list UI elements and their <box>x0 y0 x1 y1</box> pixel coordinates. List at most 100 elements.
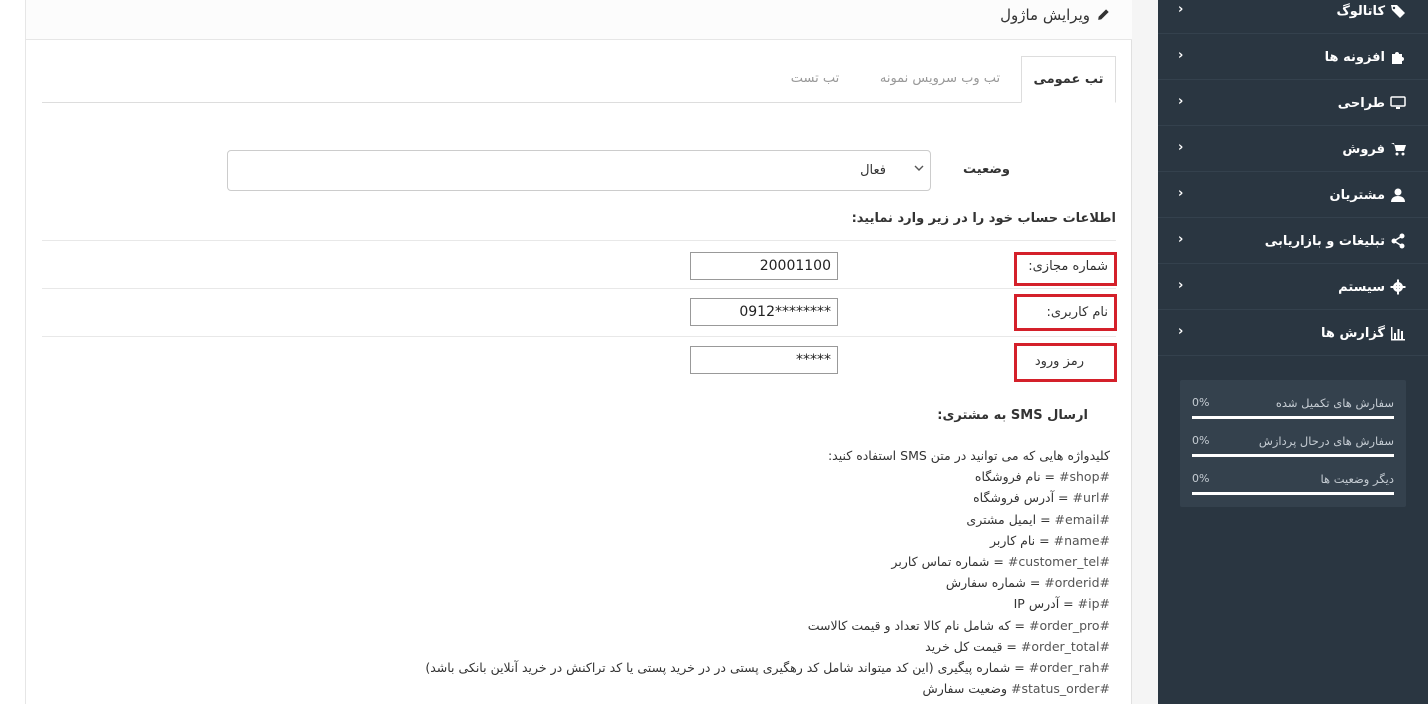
keyword-key: #ip# <box>1077 596 1110 612</box>
keyword-item: #email# = ایمیل مشتری <box>350 509 1110 530</box>
keyword-key: #order_total# <box>1020 638 1110 654</box>
keyword-desc: وضعیت سفارش <box>922 681 1008 697</box>
stat-other: دیگر وضعیت ها 0% <box>1192 466 1394 504</box>
sidebar-item-system[interactable]: سیستم ‹ <box>1158 264 1428 310</box>
stat-value: 0% <box>1192 472 1210 485</box>
virtual-number-input[interactable]: 20001100 <box>690 252 838 280</box>
chevron-left-icon: ‹ <box>1178 48 1184 63</box>
username-input[interactable]: 0912******** <box>690 298 838 326</box>
content-gutter <box>1132 0 1158 704</box>
keyword-item: #shop# = نام فروشگاه <box>350 466 1110 487</box>
keyword-desc: = آدرس IP <box>1013 596 1074 612</box>
tab-general[interactable]: تب عمومی <box>1021 56 1116 103</box>
sidebar-item-label: افزونه ها <box>1324 49 1385 65</box>
pencil-icon <box>1098 9 1109 20</box>
sidebar-item-label: مشتریان <box>1329 187 1385 203</box>
sms-keywords-list: کلیدواژه هایی که می توانید در متن SMS اس… <box>350 445 1110 699</box>
tags-icon <box>1391 5 1405 18</box>
sidebar-item-reports[interactable]: گزارش ها ‹ <box>1158 310 1428 356</box>
keyword-desc: = شماره سفارش <box>945 575 1041 591</box>
sms-heading-post: به مشتری: <box>937 408 1007 423</box>
chevron-left-icon: ‹ <box>1178 324 1184 339</box>
order-stats-box: سفارش های تکمیل شده 0% سفارش های درحال پ… <box>1180 380 1406 507</box>
stat-value: 0% <box>1192 434 1210 447</box>
progress-bar <box>1192 416 1394 419</box>
stat-label: سفارش های درحال پردازش <box>1258 434 1394 448</box>
divider <box>42 240 1116 241</box>
stat-label: دیگر وضعیت ها <box>1320 472 1394 486</box>
chevron-left-icon: ‹ <box>1178 94 1184 109</box>
bar-chart-icon <box>1391 327 1405 341</box>
keyword-item: #orderid# = شماره سفارش <box>350 572 1110 593</box>
stat-completed: سفارش های تکمیل شده 0% <box>1192 390 1394 428</box>
keyword-item: #url# = آدرس فروشگاه <box>350 487 1110 508</box>
chevron-left-icon: ‹ <box>1178 186 1184 201</box>
keyword-desc: = نام کاربر <box>989 532 1050 548</box>
keyword-desc: = شماره پیگیری (این کد میتواند شامل کد ر… <box>425 660 1025 676</box>
stat-label: سفارش های تکمیل شده <box>1275 396 1394 410</box>
sidebar-item-label: گزارش ها <box>1321 325 1385 341</box>
keyword-desc: = نام فروشگاه <box>974 469 1056 485</box>
user-icon <box>1391 188 1405 202</box>
keyword-desc: = که شامل نام کالا تعداد و قیمت کالاست <box>807 617 1026 633</box>
progress-bar <box>1192 492 1394 495</box>
keyword-desc: = شماره تماس کاربر <box>891 554 1004 570</box>
sidebar-item-sales[interactable]: فروش ‹ <box>1158 126 1428 172</box>
chevron-left-icon: ‹ <box>1178 278 1184 293</box>
stat-processing: سفارش های درحال پردازش 0% <box>1192 428 1394 466</box>
keyword-key: #order_rah# <box>1028 660 1110 676</box>
page-title: ویرایش ماژول <box>1000 6 1110 24</box>
keyword-item: #name# = نام کاربر <box>350 530 1110 551</box>
chevron-down-icon <box>914 165 924 171</box>
chevron-left-icon: ‹ <box>1178 232 1184 247</box>
keyword-item: #ip# = آدرس IP <box>350 593 1110 614</box>
keyword-key: #orderid# <box>1044 575 1110 591</box>
keyword-key: #name# <box>1053 532 1110 548</box>
gear-icon <box>1390 279 1406 295</box>
tab-test[interactable]: تب تست <box>770 56 860 103</box>
page-title-text: ویرایش ماژول <box>1000 6 1090 24</box>
sidebar: کاتالوگ ‹ افزونه ها ‹ طراحی ‹ فروش ‹ مشت… <box>1158 0 1428 704</box>
keyword-item: #status_order# وضعیت سفارش <box>350 678 1110 699</box>
keyword-key: #url# <box>1072 490 1110 506</box>
keyword-item: #order_total# = قیمت کل خرید <box>350 636 1110 657</box>
left-margin <box>0 0 26 704</box>
sidebar-item-catalog[interactable]: کاتالوگ ‹ <box>1158 0 1428 34</box>
sidebar-item-label: طراحی <box>1337 95 1385 111</box>
status-select-value: فعال <box>860 163 886 178</box>
cart-icon <box>1391 143 1406 156</box>
sidebar-item-label: فروش <box>1342 141 1385 157</box>
sidebar-item-design[interactable]: طراحی ‹ <box>1158 80 1428 126</box>
keyword-item: #order_pro# = که شامل نام کالا تعداد و ق… <box>350 615 1110 636</box>
password-input[interactable]: ***** <box>690 346 838 374</box>
chevron-left-icon: ‹ <box>1178 2 1184 17</box>
keyword-key: #order_pro# <box>1029 617 1110 633</box>
tab-webservice-sample[interactable]: تب وب سرویس نمونه <box>866 56 1014 103</box>
desktop-icon <box>1390 96 1406 109</box>
share-icon <box>1391 233 1405 249</box>
puzzle-icon <box>1392 52 1404 64</box>
username-label: نام کاربری: <box>1046 305 1108 320</box>
status-select[interactable]: فعال <box>227 150 931 191</box>
sidebar-item-customers[interactable]: مشتریان ‹ <box>1158 172 1428 218</box>
progress-bar <box>1192 454 1394 457</box>
sidebar-item-label: کاتالوگ <box>1336 3 1385 19</box>
sms-heading-sms: SMS <box>1010 408 1043 423</box>
keyword-key: #email# <box>1054 511 1110 527</box>
keyword-item: #order_rah# = شماره پیگیری (این کد میتوا… <box>350 657 1110 678</box>
keyword-key: #shop# <box>1059 469 1110 485</box>
keyword-desc: = آدرس فروشگاه <box>973 490 1069 506</box>
password-label: رمز ورود <box>1034 354 1084 369</box>
panel-heading: ویرایش ماژول <box>26 0 1132 40</box>
account-info-heading: اطلاعات حساب خود را در زیر وارد نمایید: <box>851 211 1116 226</box>
sidebar-item-label: سیستم <box>1338 279 1385 295</box>
sidebar-item-extensions[interactable]: افزونه ها ‹ <box>1158 34 1428 80</box>
sms-heading: ارسال SMS به مشتری: <box>937 408 1088 423</box>
sidebar-item-marketing[interactable]: تبلیغات و بازاریابی ‹ <box>1158 218 1428 264</box>
divider <box>42 336 1116 337</box>
keyword-key: #customer_tel# <box>1007 554 1110 570</box>
sms-intro: کلیدواژه هایی که می توانید در متن SMS اس… <box>827 448 1110 463</box>
keyword-desc: = قیمت کل خرید <box>925 638 1017 654</box>
keyword-item: #customer_tel# = شماره تماس کاربر <box>350 551 1110 572</box>
sms-heading-pre: ارسال <box>1047 408 1088 423</box>
